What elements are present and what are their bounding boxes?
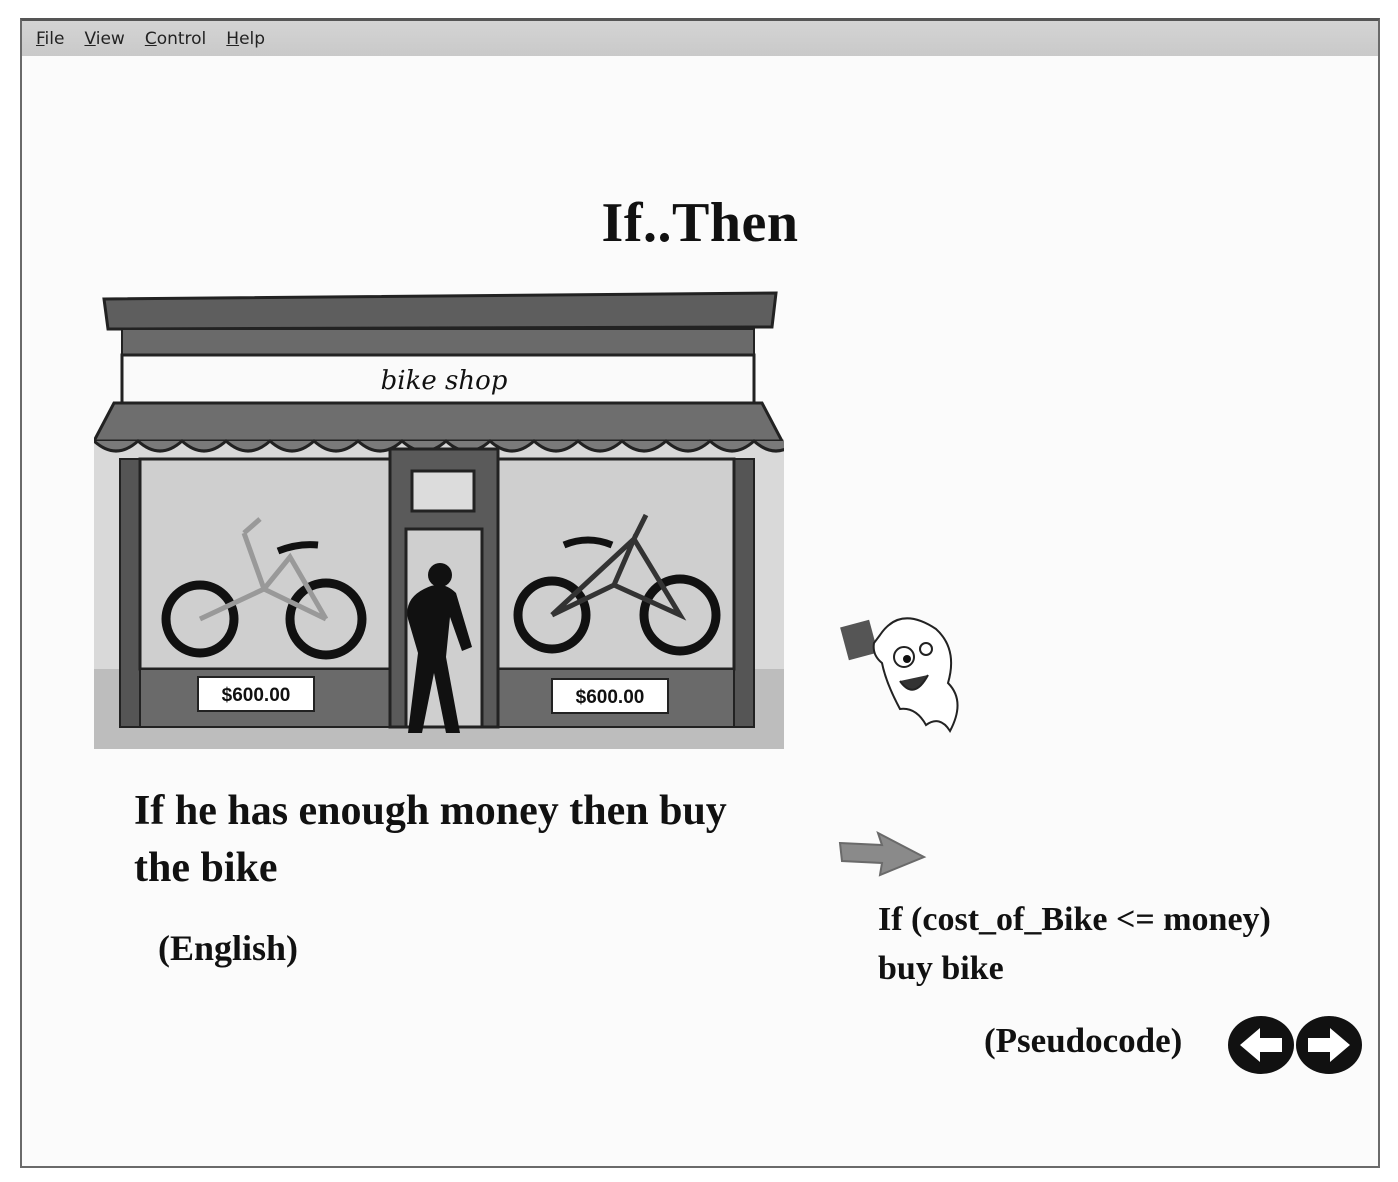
pseudocode-line-1: If (cost_of_Bike <= money) bbox=[878, 901, 1271, 938]
menu-control[interactable]: Control bbox=[145, 29, 206, 49]
english-statement: If he has enough money then buy the bike bbox=[134, 788, 727, 891]
arrow-right-icon bbox=[1296, 1016, 1362, 1074]
pseudocode-line-2: buy bike bbox=[878, 950, 1004, 987]
menu-view[interactable]: View bbox=[84, 29, 124, 49]
price-tag-right: $600.00 bbox=[576, 687, 645, 708]
bike-shop-illustration: bike shop $600.00 $600.00 bbox=[94, 289, 784, 749]
menu-file[interactable]: File bbox=[36, 29, 64, 49]
shop-sign-text: bike shop bbox=[381, 366, 508, 396]
previous-button[interactable] bbox=[1226, 1014, 1296, 1076]
slide-title: If..Then bbox=[601, 192, 799, 254]
ghost-icon bbox=[840, 605, 964, 750]
app-window: File View Control Help If..Then bike sho… bbox=[20, 18, 1380, 1168]
english-label: (English) bbox=[158, 928, 299, 968]
menu-help[interactable]: Help bbox=[226, 29, 265, 49]
pseudocode-block: If (cost_of_Bike <= money) buy bike bbox=[878, 895, 1378, 993]
price-tag-left: $600.00 bbox=[222, 685, 291, 706]
pseudocode-label: (Pseudocode) bbox=[984, 1021, 1183, 1060]
arrow-right-icon bbox=[838, 830, 928, 882]
menu-bar: File View Control Help bbox=[22, 21, 1378, 56]
arrow-left-icon bbox=[1228, 1016, 1294, 1074]
next-button[interactable] bbox=[1294, 1014, 1364, 1076]
